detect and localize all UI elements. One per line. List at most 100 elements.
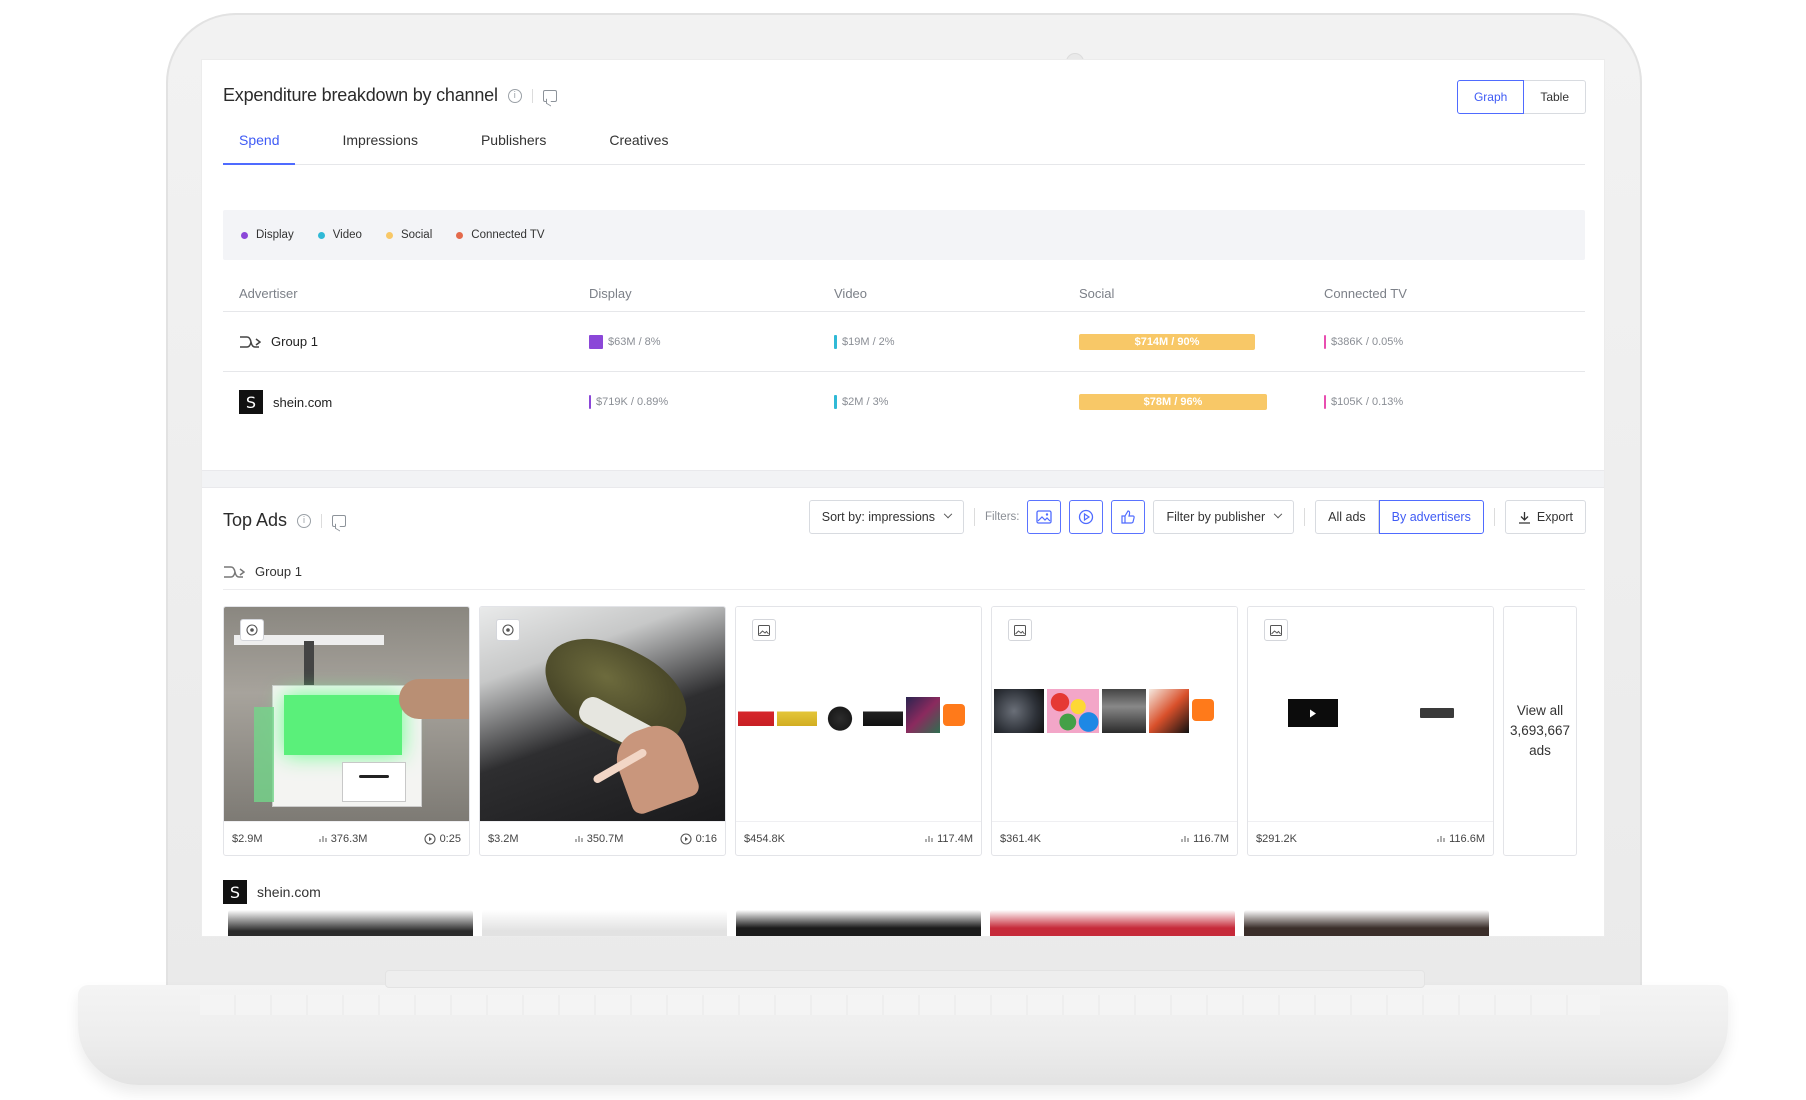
ad-duration: 0:16 <box>695 832 717 845</box>
top-ads-section: Top Ads i Sort by: impressions Filters: … <box>202 488 1604 936</box>
display-value: $719K / 0.89% <box>596 396 669 408</box>
video-cell: $19M / 2% <box>834 334 1079 349</box>
legend-label: Display <box>256 229 294 241</box>
tab-impressions[interactable]: Impressions <box>326 120 433 165</box>
view-all-ads-link[interactable]: View all 3,693,667 ads <box>1503 606 1577 856</box>
ad-card-peek[interactable] <box>228 910 473 936</box>
top-ads-title: Top Ads <box>223 510 288 530</box>
tab-spend[interactable]: Spend <box>223 120 296 165</box>
expenditure-title-row: Expenditure breakdown by channel i <box>223 85 557 106</box>
table-button[interactable]: Table <box>1524 80 1586 114</box>
advertiser-name[interactable]: shein.com <box>257 884 321 900</box>
filters-label: Filters: <box>984 511 1020 523</box>
social-cell: $78M / 96% <box>1079 394 1324 410</box>
display-cell: $719K / 0.89% <box>589 395 834 409</box>
video-type-badge <box>240 619 264 641</box>
ad-card-peek[interactable] <box>736 910 981 936</box>
comment-icon[interactable] <box>332 514 347 527</box>
ad-impressions: 117.4M <box>937 832 973 845</box>
shein-logo-icon: S <box>239 390 263 414</box>
legend-label: Social <box>400 229 433 241</box>
ad-card-footer: $454.8K 117.4M <box>736 821 981 855</box>
ad-card[interactable]: $361.4K 116.7M <box>991 606 1238 856</box>
expenditure-table: Advertiser Display Video Social Connecte… <box>223 276 1585 432</box>
legend-item-connected-tv[interactable]: Connected TV <box>456 229 545 241</box>
by-advertisers-button[interactable]: By advertisers <box>1378 500 1484 534</box>
group-name[interactable]: Group 1 <box>255 564 302 579</box>
page-title: Expenditure breakdown by channel <box>223 85 498 105</box>
ad-spend: $291.2K <box>1256 832 1297 845</box>
bar-chart-icon <box>1437 836 1445 842</box>
ad-card[interactable]: $3.2M 350.7M 0:16 <box>479 606 726 856</box>
ad-impressions: 116.7M <box>1193 832 1229 845</box>
ad-impressions: 116.6M <box>1449 832 1485 845</box>
section-divider <box>202 470 1604 488</box>
video-value: $2M / 3% <box>842 396 889 408</box>
ad-impressions-wrap: 376.3M <box>319 832 368 845</box>
play-icon <box>1079 509 1094 525</box>
tab-publishers[interactable]: Publishers <box>465 120 562 165</box>
table-row[interactable]: S shein.com $719K / 0.89% $2M / 3% $78M … <box>223 372 1585 432</box>
display-metric: $63M / 8% <box>589 334 834 349</box>
social-filter-button[interactable] <box>1111 500 1146 534</box>
ad-card[interactable]: $454.8K 117.4M <box>735 606 982 856</box>
ad-cards: $2.9M 376.3M 0:25 $3.2M 350.7M 0:16 $454… <box>223 606 1577 856</box>
ad-spend: $3.2M <box>488 832 519 845</box>
ad-impressions: 376.3M <box>330 832 368 845</box>
ctv-bar <box>1324 334 1326 349</box>
screen: Expenditure breakdown by channel i Graph… <box>202 60 1604 936</box>
advertiser-cell: Group 1 <box>223 334 589 349</box>
video-player-preview <box>1288 699 1338 727</box>
header-display: Display <box>589 286 632 301</box>
divider <box>531 88 533 103</box>
laptop-hinge <box>385 970 1425 988</box>
image-icon <box>1036 510 1053 524</box>
video-filter-button[interactable] <box>1069 500 1104 534</box>
table-row[interactable]: Group 1 $63M / 8% $19M / 2% $714M / 90% <box>223 312 1585 372</box>
ctv-metric: $386K / 0.05% <box>1324 334 1585 349</box>
bar-chart-icon <box>319 836 327 842</box>
connected-tv-dot-icon <box>456 231 464 239</box>
image-type-badge <box>1008 619 1032 641</box>
display-bar <box>589 334 603 349</box>
advertiser-name[interactable]: shein.com <box>273 395 332 410</box>
all-ads-button[interactable]: All ads <box>1315 500 1379 534</box>
legend: Display Video Social Connected TV <box>223 210 1585 260</box>
image-icon <box>1014 624 1026 636</box>
video-bar <box>834 334 837 349</box>
ad-spend: $2.9M <box>232 832 263 845</box>
video-metric: $2M / 3% <box>834 395 1079 409</box>
download-icon <box>1518 511 1530 524</box>
advertiser-name[interactable]: Group 1 <box>271 334 318 349</box>
image-filter-button[interactable] <box>1027 500 1062 534</box>
comment-icon[interactable] <box>542 89 557 102</box>
header-video: Video <box>834 286 868 301</box>
legend-item-video[interactable]: Video <box>317 229 362 241</box>
video-value: $19M / 2% <box>842 335 895 348</box>
ad-impressions-wrap: 116.7M <box>1181 833 1229 845</box>
social-dot-icon <box>385 231 393 239</box>
graph-button[interactable]: Graph <box>1456 80 1525 114</box>
publisher-filter-dropdown[interactable]: Filter by publisher <box>1153 500 1295 534</box>
ad-card-footer: $2.9M 376.3M 0:25 <box>224 821 469 855</box>
ad-card-peek[interactable] <box>1244 910 1489 936</box>
video-metric: $19M / 2% <box>834 334 1079 349</box>
sort-dropdown[interactable]: Sort by: impressions <box>808 500 964 534</box>
bar-chart-icon <box>1181 836 1189 842</box>
ad-duration-wrap: 0:25 <box>424 833 461 845</box>
info-icon[interactable]: i <box>507 88 522 103</box>
ad-card[interactable]: $2.9M 376.3M 0:25 <box>223 606 470 856</box>
tab-creatives[interactable]: Creatives <box>593 120 684 165</box>
legend-item-social[interactable]: Social <box>385 229 433 241</box>
ad-card-peek[interactable] <box>482 910 727 936</box>
ad-card-peek[interactable] <box>990 910 1235 936</box>
video-cell: $2M / 3% <box>834 395 1079 409</box>
play-circle-icon <box>680 832 692 845</box>
ad-card[interactable]: $291.2K 116.6M <box>1247 606 1494 856</box>
info-icon[interactable]: i <box>297 513 312 528</box>
legend-item-display[interactable]: Display <box>241 229 294 241</box>
expenditure-section: Expenditure breakdown by channel i Graph… <box>202 60 1604 470</box>
social-bar: $78M / 96% <box>1079 394 1267 410</box>
display-cell: $63M / 8% <box>589 334 834 349</box>
export-button[interactable]: Export <box>1504 500 1586 534</box>
